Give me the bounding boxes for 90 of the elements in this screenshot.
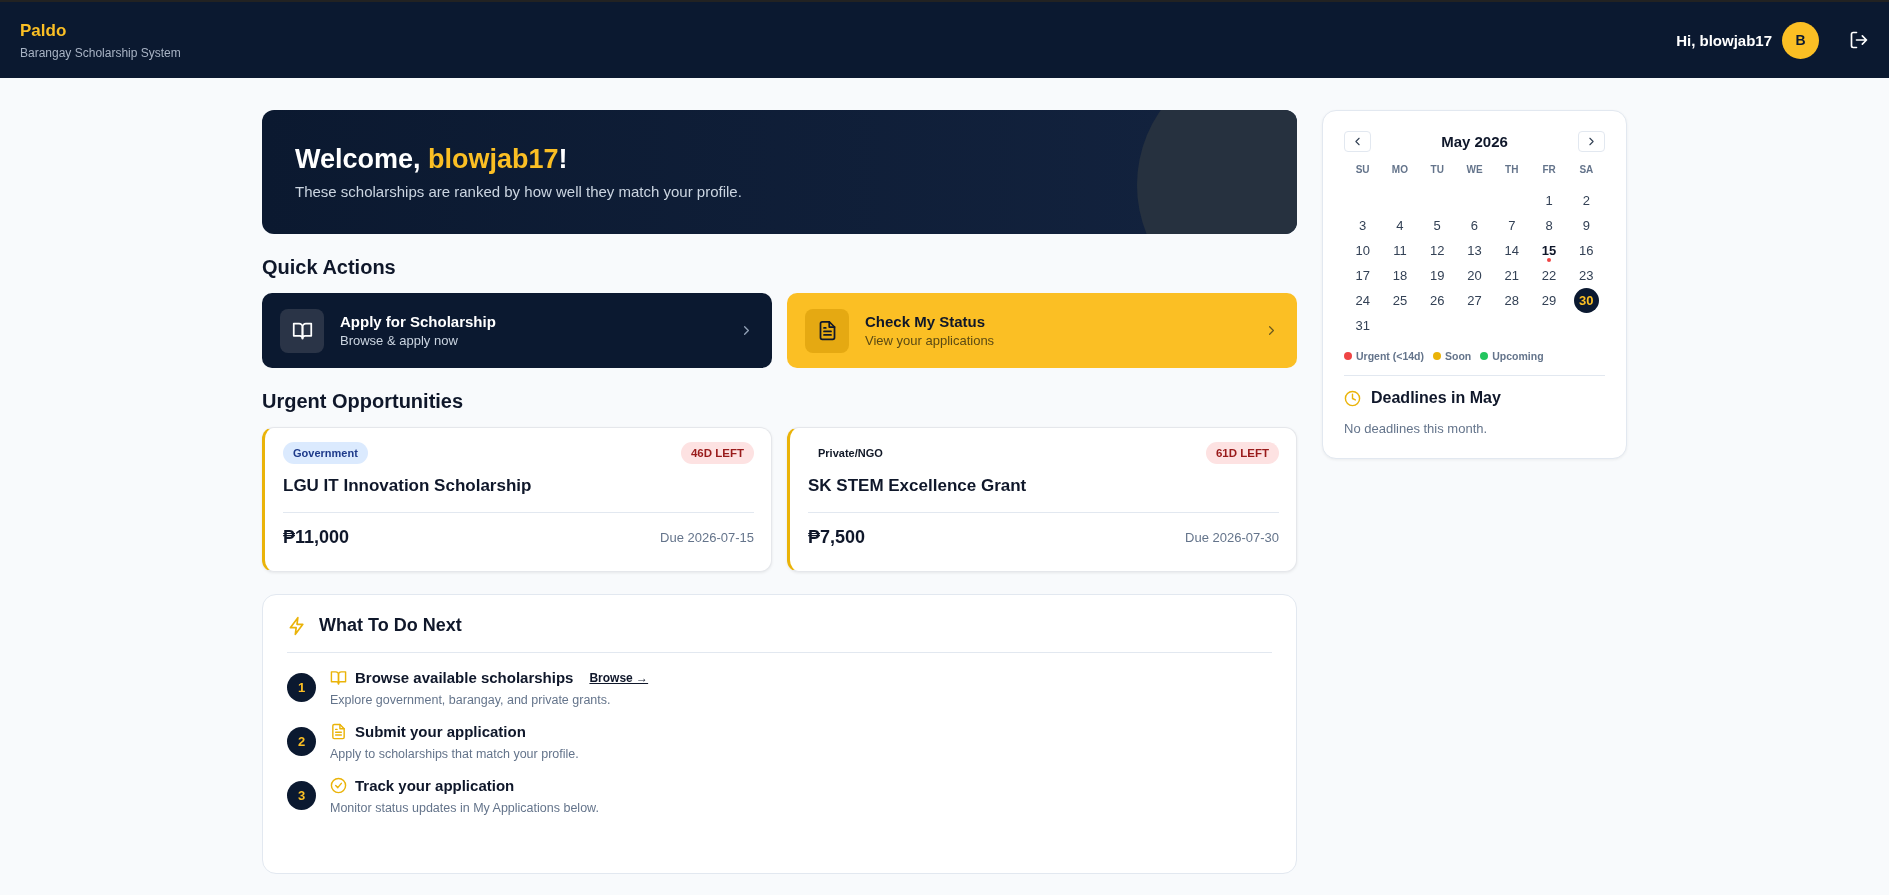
user-avatar[interactable]: B	[1782, 21, 1819, 59]
section-heading: Quick Actions	[262, 256, 397, 279]
weekday-label: FR	[1541, 164, 1557, 177]
step-number: 1	[287, 673, 316, 702]
lightning-icon	[287, 615, 307, 636]
deadlines-title: Deadlines in May	[1371, 389, 1501, 407]
book-icon	[291, 320, 313, 341]
calendar-day[interactable]: 6	[1462, 213, 1487, 238]
action-title: Check My Status	[865, 313, 987, 330]
calendar-day[interactable]: 30	[1573, 288, 1599, 313]
quick-action-card[interactable]: Apply for Scholarship Browse & apply now	[262, 293, 772, 368]
document-icon	[330, 723, 347, 740]
calendar-day[interactable]: 2	[1573, 188, 1599, 213]
calendar-day[interactable]: 15	[1536, 238, 1562, 263]
next-month-button[interactable]	[1578, 131, 1605, 152]
step-number: 2	[287, 727, 316, 756]
calendar-day[interactable]: 14	[1499, 238, 1525, 263]
scholarship-card[interactable]: Government 46D LEFT LGU IT Innovation Scholarship ₱11,000 Due 2026-07-15	[262, 427, 772, 572]
scholarship-name: LGU IT Innovation Scholarship	[283, 476, 533, 496]
calendar-day[interactable]: 26	[1424, 288, 1450, 313]
calendar-day[interactable]: 19	[1424, 263, 1450, 288]
days-left-badge: 46D LEFT	[680, 442, 754, 464]
calendar-day[interactable]: 31	[1350, 313, 1376, 338]
step-description: Apply to scholarships that match your profile.	[330, 747, 579, 761]
app-subtitle: Barangay Scholarship System	[20, 45, 181, 60]
logout-icon	[1849, 30, 1869, 50]
calendar-day[interactable]: 13	[1462, 238, 1487, 263]
step-description: Explore government, barangay, and private grants.	[330, 693, 612, 707]
calendar-day[interactable]: 8	[1536, 213, 1562, 238]
calendar-day[interactable]: 17	[1350, 263, 1376, 288]
app-logo-text: Paldo	[20, 20, 68, 41]
days-left-badge: 61D LEFT	[1205, 442, 1279, 464]
calendar-day[interactable]: 10	[1350, 238, 1376, 263]
step-title: Submit your application	[355, 723, 526, 740]
due-date: Due 2026-07-15	[660, 530, 754, 545]
scholarship-amount: ₱11,000	[283, 527, 350, 548]
calendar-day[interactable]: 27	[1462, 288, 1487, 313]
calendar-day[interactable]: 9	[1573, 213, 1599, 238]
legend-label: Soon	[1444, 350, 1472, 362]
quick-action-card[interactable]: Check My Status View your applications	[787, 293, 1297, 368]
calendar-day[interactable]: 12	[1424, 238, 1450, 263]
step-title: Browse available scholarships	[355, 669, 574, 686]
weekday-label: WE	[1465, 164, 1484, 177]
calendar-day[interactable]: 28	[1499, 288, 1525, 313]
calendar-day[interactable]: 11	[1387, 238, 1413, 263]
calendar-day[interactable]: 23	[1573, 263, 1599, 288]
step-number: 3	[287, 781, 316, 810]
calendar-day[interactable]: 16	[1573, 238, 1599, 263]
due-date: Due 2026-07-30	[1185, 530, 1279, 545]
empty-message: No deadlines this month.	[1344, 421, 1489, 436]
welcome-text: These scholarships are ranked by how well they match your profile.	[295, 183, 743, 200]
calendar-day[interactable]: 7	[1499, 213, 1525, 238]
check-circle-icon	[330, 777, 347, 794]
calendar-month: May 2026	[1441, 133, 1508, 150]
legend-label: Urgent (<14d)	[1356, 350, 1424, 362]
calendar-day[interactable]: 21	[1499, 263, 1525, 288]
calendar-day[interactable]: 4	[1387, 213, 1413, 238]
calendar-day[interactable]: 22	[1536, 263, 1562, 288]
calendar-day[interactable]: 3	[1350, 213, 1376, 238]
welcome-title: Welcome, blowjab17!	[295, 144, 569, 175]
clock-icon	[1344, 389, 1361, 407]
calendar-day[interactable]: 20	[1462, 263, 1487, 288]
category-tag: Government	[283, 442, 368, 464]
scholarship-card[interactable]: Private/NGO 61D LEFT SK STEM Excellence Grant ₱7,500 Due 2026-07-30	[787, 427, 1297, 572]
weekday-label: MO	[1390, 164, 1409, 177]
step-description: Monitor status updates in My Applications below.	[330, 801, 599, 815]
card-title: What To Do Next	[319, 615, 462, 636]
weekday-label: SA	[1578, 164, 1595, 177]
weekday-label: SU	[1354, 164, 1371, 177]
calendar-day[interactable]: 24	[1350, 288, 1376, 313]
browse-link[interactable]: Browse →	[589, 670, 649, 685]
greeting: Hi, blowjab17	[1676, 31, 1772, 49]
calendar-day[interactable]: 1	[1536, 188, 1562, 213]
scholarship-name: SK STEM Excellence Grant	[808, 476, 1028, 496]
action-title: Apply for Scholarship	[340, 313, 497, 330]
weekday-label: TU	[1429, 164, 1445, 177]
action-subtitle: Browse & apply now	[340, 333, 459, 348]
scholarship-amount: ₱7,500	[808, 527, 866, 548]
action-subtitle: View your applications	[865, 333, 996, 348]
legend-label: Upcoming	[1492, 350, 1544, 362]
weekday-label: TH	[1504, 164, 1520, 177]
calendar-day[interactable]: 25	[1387, 288, 1413, 313]
step-title: Track your application	[355, 777, 515, 794]
calendar-day[interactable]: 5	[1424, 213, 1450, 238]
calendar-day[interactable]: 29	[1536, 288, 1562, 313]
previous-month-button[interactable]	[1344, 131, 1371, 152]
category-tag: Private/NGO	[808, 442, 893, 464]
section-heading: Urgent Opportunities	[262, 390, 465, 413]
calendar-day[interactable]: 18	[1387, 263, 1413, 288]
book-icon	[330, 669, 347, 686]
